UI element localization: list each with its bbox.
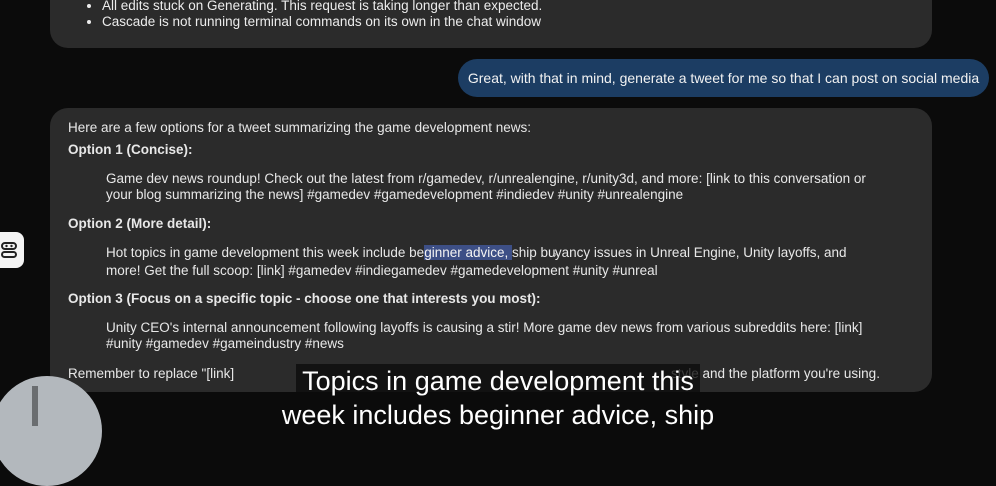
option-3-line-2: #unity #gamedev #gameindustry #news <box>106 336 344 351</box>
option-1-line-2: your blog summarizing the news] #gamedev… <box>106 187 684 202</box>
option-2-body: Hot topics in game development this week… <box>106 245 896 279</box>
option-2-text-before: Hot topics in game development this week… <box>106 245 425 260</box>
user-message-bubble: Great, with that in mind, generate a twe… <box>458 59 989 97</box>
list-item: Cascade is not running terminal commands… <box>102 14 932 30</box>
caption-line-2: week includes beginner advice, ship <box>275 398 721 432</box>
option-3-line-1: Unity CEO's internal announcement follow… <box>106 320 863 335</box>
previous-message-list: All edits stuck on Generating. This requ… <box>50 0 932 30</box>
robot-icon[interactable] <box>0 232 24 268</box>
option-3-heading: Option 3 (Focus on a specific topic - ch… <box>68 291 541 306</box>
option-2-text-after: yancy issues in Unreal Engine, Unity lay… <box>554 245 847 260</box>
option-1-body: Game dev news roundup! Check out the lat… <box>106 171 896 203</box>
list-item: All edits stuck on Generating. This requ… <box>102 0 932 14</box>
option-2-text-mid: ship bu <box>512 245 556 260</box>
option-3-body: Unity CEO's internal announcement follow… <box>106 320 896 352</box>
option-2-line-1: Hot topics in game development this week… <box>106 245 896 263</box>
robot-icon-graphic <box>1 242 17 258</box>
assistant-intro: Here are a few options for a tweet summa… <box>68 120 531 135</box>
user-message-text: Great, with that in mind, generate a twe… <box>467 70 980 86</box>
option-2-heading: Option 2 (More detail): <box>68 216 212 231</box>
option-1-heading: Option 1 (Concise): <box>68 142 193 157</box>
assistant-message: Here are a few options for a tweet summa… <box>50 108 932 392</box>
video-caption: Topics in game development this week inc… <box>0 364 996 432</box>
selected-text-highlight: ginner advice, <box>424 245 512 260</box>
option-1-line-1: Game dev news roundup! Check out the lat… <box>106 171 866 186</box>
previous-assistant-message: All edits stuck on Generating. This requ… <box>50 0 932 48</box>
option-2-line-2: more! Get the full scoop: [link] #gamede… <box>106 263 658 278</box>
caption-line-1: Topics in game development this <box>296 364 700 398</box>
